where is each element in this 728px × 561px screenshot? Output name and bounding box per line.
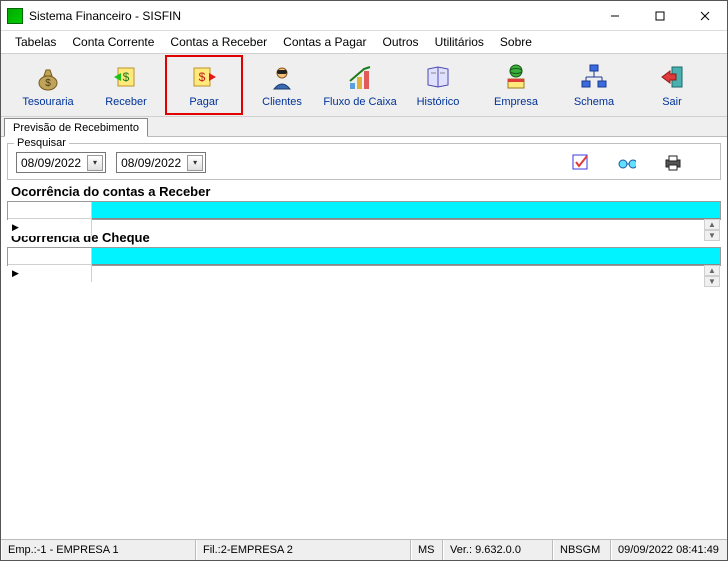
check-icon: [572, 154, 590, 172]
toolbar-schema[interactable]: Schema: [555, 55, 633, 115]
schema-icon: [579, 62, 609, 92]
menu-conta-corrente[interactable]: Conta Corrente: [64, 33, 162, 51]
receive-icon: $: [111, 62, 141, 92]
grid-corner: [8, 248, 92, 265]
toolbar-fluxo-caixa[interactable]: Fluxo de Caixa: [321, 55, 399, 115]
glasses-icon: [618, 156, 636, 170]
client-icon: [267, 62, 297, 92]
tab-row: Previsão de Recebimento: [1, 117, 727, 137]
toolbar-historico[interactable]: Histórico: [399, 55, 477, 115]
toolbar-label: Pagar: [189, 96, 218, 108]
calendar-dropdown-icon[interactable]: ▾: [87, 155, 103, 171]
grid-receivables[interactable]: ▶ ▲ ▼: [7, 201, 721, 220]
status-empresa: Emp.:-1 - EMPRESA 1: [1, 540, 196, 560]
pay-icon: $: [189, 62, 219, 92]
menu-contas-receber[interactable]: Contas a Receber: [162, 33, 275, 51]
exit-icon: [657, 62, 687, 92]
toolbar-empresa[interactable]: Empresa: [477, 55, 555, 115]
titlebar: Sistema Financeiro - SISFIN: [1, 1, 727, 31]
filter-legend: Pesquisar: [14, 137, 69, 149]
section-title-cheque: Ocorrência de Cheque: [1, 226, 727, 247]
menu-outros[interactable]: Outros: [375, 33, 427, 51]
scroll-up-icon[interactable]: ▲: [704, 265, 720, 276]
window-title: Sistema Financeiro - SISFIN: [29, 9, 592, 23]
grid-header-fill: [92, 202, 720, 219]
menu-utilitarios[interactable]: Utilitários: [427, 33, 492, 51]
toolbar-label: Fluxo de Caixa: [323, 96, 396, 108]
tab-previsao-recebimento[interactable]: Previsão de Recebimento: [4, 118, 148, 137]
cashflow-icon: [345, 62, 375, 92]
toolbar-label: Histórico: [417, 96, 460, 108]
maximize-icon: [655, 11, 665, 21]
close-button[interactable]: [682, 1, 727, 30]
printer-icon: [664, 155, 682, 171]
minimize-button[interactable]: [592, 1, 637, 30]
toolbar-label: Empresa: [494, 96, 538, 108]
svg-text:$: $: [45, 78, 51, 89]
toolbar-label: Clientes: [262, 96, 302, 108]
view-button[interactable]: [618, 154, 636, 172]
grid-cheque[interactable]: ▶ ▲ ▼: [7, 247, 721, 266]
status-filial: Fil.:2-EMPRESA 2: [196, 540, 411, 560]
grid-header-row: [8, 202, 720, 219]
grid-receivables-wrap: ▶ ▲ ▼: [1, 201, 727, 220]
row-indicator: ▶: [8, 265, 92, 282]
svg-text:$: $: [199, 70, 206, 84]
maximize-button[interactable]: [637, 1, 682, 30]
row-indicator: ▶: [8, 219, 92, 236]
date-from-value: 08/09/2022: [21, 156, 81, 170]
filter-group: Pesquisar 08/09/2022 ▾ 08/09/2022 ▾: [7, 143, 721, 180]
status-version: Ver.: 9.632.0.0: [443, 540, 553, 560]
scroll-down-icon[interactable]: ▼: [704, 276, 720, 287]
section-title-receivables: Ocorrência do contas a Receber: [1, 180, 727, 201]
toolbar-label: Sair: [662, 96, 682, 108]
svg-text:$: $: [123, 70, 130, 84]
calendar-dropdown-icon[interactable]: ▾: [187, 155, 203, 171]
status-ms: MS: [411, 540, 443, 560]
filter-actions: [572, 154, 712, 172]
close-icon: [700, 11, 710, 21]
toolbar-label: Tesouraria: [22, 96, 73, 108]
grid-header-fill: [92, 248, 720, 265]
toolbar-label: Receber: [105, 96, 147, 108]
company-icon: [501, 62, 531, 92]
money-bag-icon: $: [33, 62, 63, 92]
status-bar: Emp.:-1 - EMPRESA 1 Fil.:2-EMPRESA 2 MS …: [1, 539, 727, 560]
grid-corner: [8, 202, 92, 219]
app-window: Sistema Financeiro - SISFIN Tabelas Cont…: [0, 0, 728, 561]
grid-header-row: [8, 248, 720, 265]
menu-sobre[interactable]: Sobre: [492, 33, 540, 51]
toolbar-tesouraria[interactable]: $ Tesouraria: [9, 55, 87, 115]
app-icon: [7, 8, 23, 24]
toolbar-sair[interactable]: Sair: [633, 55, 711, 115]
minimize-icon: [610, 11, 620, 21]
toolbar-clientes[interactable]: Clientes: [243, 55, 321, 115]
menu-bar: Tabelas Conta Corrente Contas a Receber …: [1, 31, 727, 53]
window-controls: [592, 1, 727, 30]
status-datetime: 09/09/2022 08:41:49: [611, 540, 727, 560]
toolbar-receber[interactable]: $ Receber: [87, 55, 165, 115]
confirm-button[interactable]: [572, 154, 590, 172]
scroll-down-icon[interactable]: ▼: [704, 230, 720, 241]
toolbar: $ Tesouraria $ Receber $ Pagar Clientes: [1, 53, 727, 117]
toolbar-pagar[interactable]: $ Pagar: [165, 55, 243, 115]
history-icon: [423, 62, 453, 92]
print-button[interactable]: [664, 154, 682, 172]
menu-contas-pagar[interactable]: Contas a Pagar: [275, 33, 374, 51]
date-to-input[interactable]: 08/09/2022 ▾: [116, 152, 206, 173]
status-user: NBSGM: [553, 540, 611, 560]
grid-cheque-wrap: ▶ ▲ ▼: [1, 247, 727, 266]
date-to-value: 08/09/2022: [121, 156, 181, 170]
menu-tabelas[interactable]: Tabelas: [7, 33, 64, 51]
toolbar-label: Schema: [574, 96, 614, 108]
date-from-input[interactable]: 08/09/2022 ▾: [16, 152, 106, 173]
scroll-up-icon[interactable]: ▲: [704, 219, 720, 230]
